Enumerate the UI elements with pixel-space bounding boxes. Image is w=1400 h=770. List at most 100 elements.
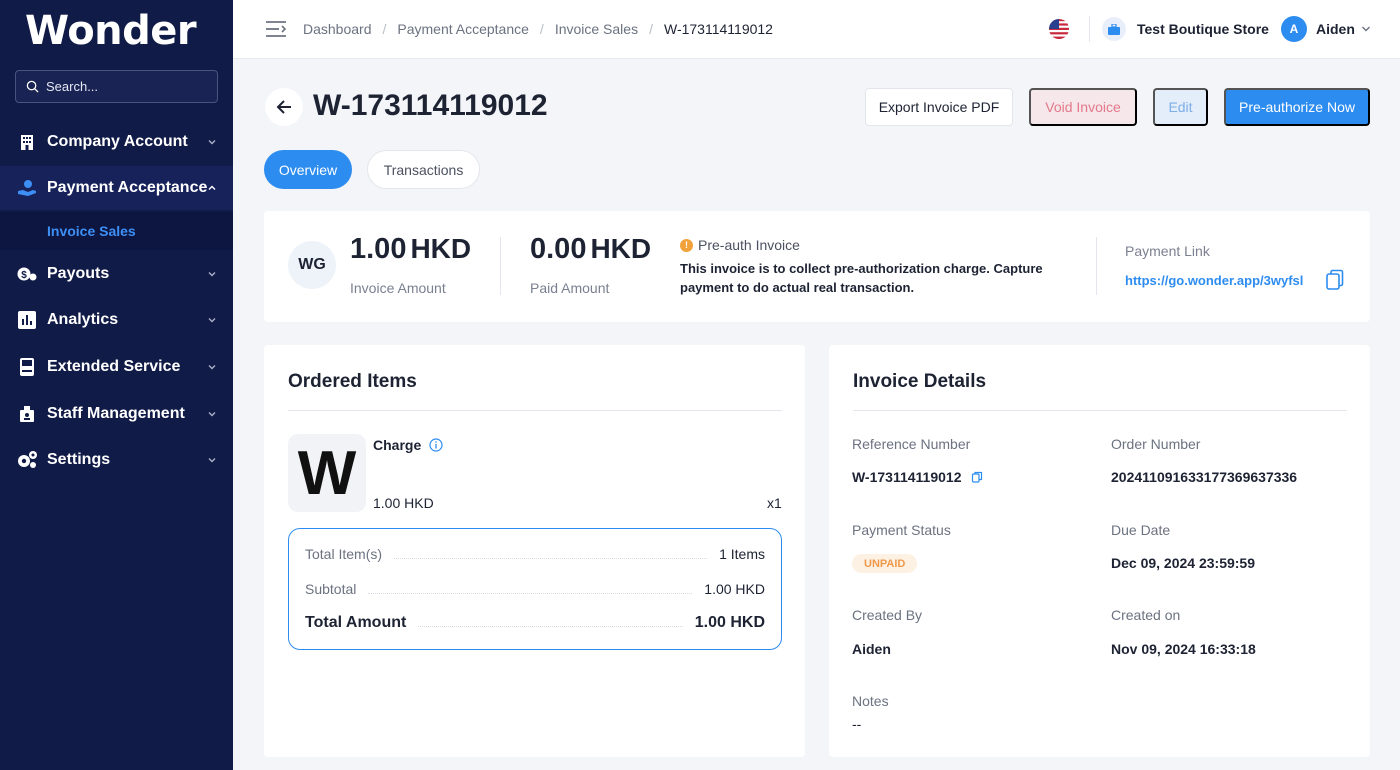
sidebar-item-label: Analytics: [47, 311, 119, 328]
void-invoice-button[interactable]: Void Invoice: [1029, 88, 1137, 126]
dotted-leader: [394, 558, 708, 559]
preauth-description: This invoice is to collect pre-authoriza…: [680, 261, 1043, 295]
topbar-divider: [1089, 16, 1090, 42]
breadcrumb: Dashboard / Payment Acceptance / Invoice…: [303, 21, 773, 37]
order-number-value: 20241109163317736963733​6: [1111, 469, 1298, 485]
status-badge: UNPAID: [852, 554, 918, 573]
created-by-value: Aiden: [852, 641, 891, 657]
user-name[interactable]: Aiden: [1316, 21, 1355, 37]
sidebar-item-payouts[interactable]: $ Payouts: [0, 252, 233, 296]
svg-text:$: $: [21, 270, 27, 281]
invoice-details-title: Invoice Details: [853, 371, 987, 392]
summary-divider: [1096, 237, 1097, 295]
reference-number-label: Reference Number: [852, 436, 971, 452]
subtotal-value: 1.00 HKD: [704, 581, 765, 597]
breadcrumb-invoice-sales[interactable]: Invoice Sales: [555, 21, 638, 37]
chevron-down-icon: [208, 272, 216, 277]
item-price: 1.00 HKD: [373, 495, 434, 511]
arrow-left-icon: [276, 100, 291, 114]
paid-amount-currency: HKD: [590, 233, 652, 264]
copy-icon[interactable]: [1324, 269, 1346, 291]
item-name-text: Charge: [373, 437, 422, 453]
breadcrumb-current: W-173114119012: [663, 21, 773, 37]
order-totals-box: Total Item(s) 1 Items Subtotal 1.00 HKD …: [288, 528, 782, 650]
breadcrumb-separator: /: [382, 21, 387, 37]
pre-authorize-now-button[interactable]: Pre-authorize Now: [1224, 88, 1370, 126]
payment-link[interactable]: https://go.wonder.app/3wyfsl: [1125, 273, 1303, 288]
notes-value: --: [852, 716, 862, 732]
summary-divider: [500, 237, 501, 295]
warning-icon: !: [680, 238, 693, 252]
back-button[interactable]: [265, 88, 303, 126]
wonder-logo[interactable]: Wonder: [25, 8, 197, 54]
edit-button[interactable]: Edit: [1153, 88, 1208, 126]
search-input[interactable]: [46, 79, 206, 94]
store-icon: [1102, 17, 1126, 41]
chevron-down-icon: [208, 365, 216, 370]
total-amount-label: Total Amount: [305, 614, 407, 631]
sidebar-subitem-invoice-sales[interactable]: Invoice Sales: [0, 212, 233, 250]
sidebar-item-label: Staff Management: [47, 405, 185, 422]
chevron-down-icon: [208, 412, 216, 417]
paid-amount: 0.00 HKD: [530, 233, 651, 266]
search-box[interactable]: [15, 70, 218, 103]
info-icon[interactable]: [429, 438, 443, 452]
sidebar-subitem-label: Invoice Sales: [47, 223, 136, 239]
copy-icon[interactable]: [971, 471, 983, 483]
avatar[interactable]: A: [1281, 16, 1307, 42]
us-flag-icon[interactable]: [1049, 19, 1069, 39]
store-name[interactable]: Test Boutique Store: [1137, 21, 1269, 37]
sidebar-item-label: Payouts: [47, 265, 110, 282]
divider: [853, 410, 1347, 411]
invoice-summary-card: WG 1.00 HKD Invoice Amount 0.00 HKD Paid A…: [264, 211, 1370, 322]
paid-amount-label: Paid Amount: [530, 280, 610, 296]
chevron-down-icon[interactable]: [1361, 25, 1371, 33]
payment-status-label: Payment Status: [852, 522, 951, 538]
ordered-items-card: Ordered Items W Charge 1.00 HKD x1 Total…: [264, 345, 805, 757]
tab-overview[interactable]: Overview: [264, 150, 352, 189]
created-by-label: Created By: [852, 607, 923, 623]
chevron-up-icon: [208, 185, 216, 190]
total-items-value: 1 Items: [719, 546, 765, 562]
item-quantity: x1: [767, 495, 782, 511]
preauth-notice-title: ! Pre-auth Invoice: [680, 237, 800, 253]
sidebar-item-label: Extended Service: [47, 358, 181, 375]
reference-number-value: W-173114119012: [852, 469, 962, 485]
hand-coin-icon: [16, 177, 38, 199]
total-items-row: Total Item(s) 1 Items: [305, 546, 765, 562]
sidebar-item-label: Settings: [47, 451, 111, 468]
search-icon: [26, 80, 39, 93]
merchant-avatar: WG: [288, 241, 336, 289]
sidebar-item-analytics[interactable]: Analytics: [0, 298, 233, 342]
breadcrumb-dashboard[interactable]: Dashboard: [303, 21, 372, 37]
terminal-icon: [16, 356, 38, 378]
sidebar-item-settings[interactable]: Settings: [0, 438, 233, 482]
menu-toggle-icon[interactable]: [265, 19, 287, 39]
chevron-down-icon: [208, 458, 216, 463]
chevron-down-icon: [208, 140, 216, 145]
item-thumbnail: W: [288, 434, 366, 512]
item-name: Charge: [373, 437, 443, 453]
sidebar-item-company-account[interactable]: Company Account: [0, 120, 233, 164]
export-invoice-pdf-button[interactable]: Export Invoice PDF: [865, 88, 1013, 126]
tab-transactions[interactable]: Transactions: [367, 150, 480, 189]
total-items-label: Total Item(s): [305, 546, 383, 562]
paid-amount-value: 0.00: [530, 233, 587, 265]
topbar: Dashboard / Payment Acceptance / Invoice…: [233, 0, 1400, 59]
breadcrumb-separator: /: [539, 21, 544, 37]
subtotal-label: Subtotal: [305, 581, 357, 597]
divider: [288, 410, 782, 411]
sidebar-item-payment-acceptance[interactable]: Payment Acceptance: [0, 166, 233, 210]
created-on-value: Nov 09, 2024 16:33:18: [1111, 641, 1256, 657]
sidebar-item-extended-service[interactable]: Extended Service: [0, 345, 233, 389]
payment-link-label: Payment Link: [1125, 243, 1210, 259]
invoice-amount-label: Invoice Amount: [350, 280, 446, 296]
breadcrumb-payment-acceptance[interactable]: Payment Acceptance: [397, 21, 529, 37]
dotted-leader: [418, 626, 683, 627]
invoice-amount-currency: HKD: [410, 233, 472, 264]
sidebar-item-staff-management[interactable]: Staff Management: [0, 392, 233, 436]
payout-icon: $: [16, 263, 38, 285]
ordered-items-title: Ordered Items: [288, 371, 417, 392]
subtotal-row: Subtotal 1.00 HKD: [305, 581, 765, 597]
due-date-label: Due Date: [1111, 522, 1171, 538]
